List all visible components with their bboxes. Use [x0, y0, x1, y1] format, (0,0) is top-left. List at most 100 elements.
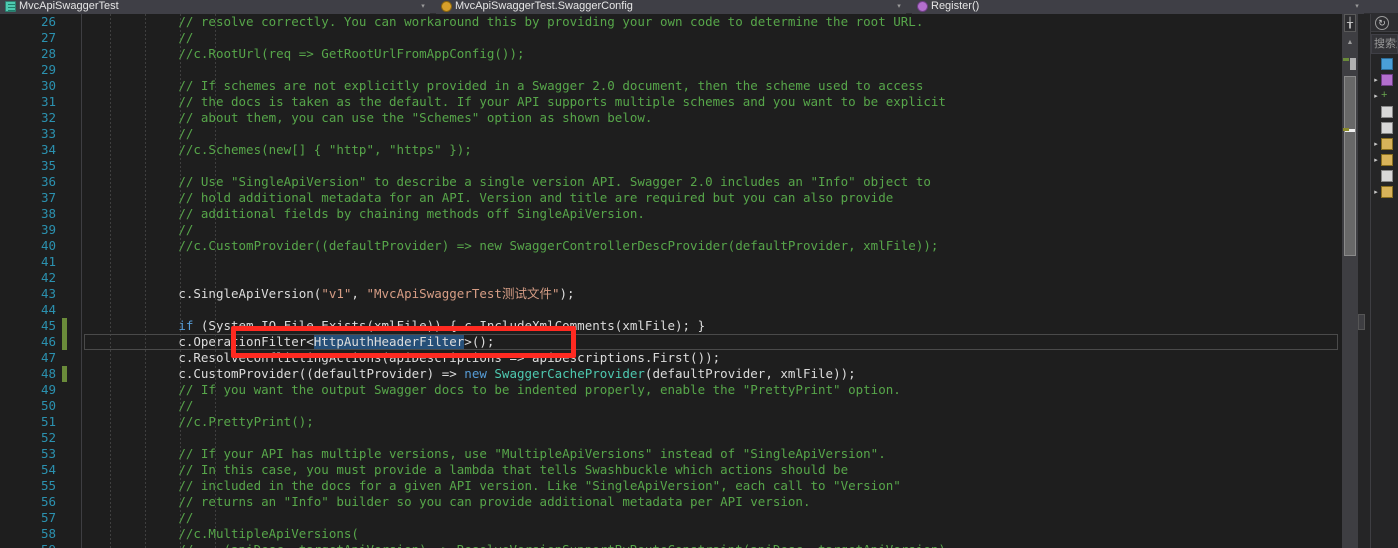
- code-text[interactable]: // Use "SingleApiVersion" to describe a …: [82, 174, 1342, 190]
- fold-column[interactable]: [70, 366, 82, 382]
- breakpoint-track[interactable]: [0, 94, 22, 110]
- fold-column[interactable]: [70, 398, 82, 414]
- code-line[interactable]: 42: [0, 270, 1342, 286]
- breakpoint-track[interactable]: [0, 46, 22, 62]
- fold-column[interactable]: [70, 286, 82, 302]
- fold-column[interactable]: [70, 158, 82, 174]
- breakpoint-track[interactable]: [0, 190, 22, 206]
- fold-column[interactable]: [70, 126, 82, 142]
- breakpoint-track[interactable]: [0, 430, 22, 446]
- code-line[interactable]: 45 if (System.IO.File.Exists(xmlFile)) {…: [0, 318, 1342, 334]
- code-line[interactable]: 35: [0, 158, 1342, 174]
- code-line[interactable]: 32 // about them, you can use the "Schem…: [0, 110, 1342, 126]
- code-line[interactable]: 38 // additional fields by chaining meth…: [0, 206, 1342, 222]
- code-text[interactable]: //c.RootUrl(req => GetRootUrlFromAppConf…: [82, 46, 1342, 62]
- code-text[interactable]: [82, 302, 1342, 318]
- code-text[interactable]: // about them, you can use the "Schemes"…: [82, 110, 1342, 126]
- breakpoint-track[interactable]: [0, 62, 22, 78]
- fold-column[interactable]: [70, 462, 82, 478]
- breakpoint-track[interactable]: [0, 78, 22, 94]
- code-line[interactable]: 36 // Use "SingleApiVersion" to describe…: [0, 174, 1342, 190]
- breakpoint-track[interactable]: [0, 542, 22, 548]
- code-text[interactable]: [82, 158, 1342, 174]
- code-text[interactable]: // If schemes are not explicitly provide…: [82, 78, 1342, 94]
- breakpoint-track[interactable]: [0, 206, 22, 222]
- code-lines[interactable]: 26 // resolve correctly. You can workaro…: [0, 14, 1342, 548]
- breakpoint-track[interactable]: [0, 126, 22, 142]
- breakpoint-track[interactable]: [0, 526, 22, 542]
- code-line[interactable]: 59 // (apiDesc, targetApiVersion) => Res…: [0, 542, 1342, 548]
- code-line[interactable]: 34 //c.Schemes(new[] { "http", "https" }…: [0, 142, 1342, 158]
- breakpoint-track[interactable]: [0, 462, 22, 478]
- breakpoint-track[interactable]: [0, 494, 22, 510]
- breakpoint-track[interactable]: [0, 478, 22, 494]
- fold-column[interactable]: [70, 334, 82, 350]
- breakpoint-track[interactable]: [0, 446, 22, 462]
- code-line[interactable]: 53 // If your API has multiple versions,…: [0, 446, 1342, 462]
- chevron-down-icon[interactable]: ▾: [417, 1, 429, 13]
- breakpoint-track[interactable]: [0, 142, 22, 158]
- code-text[interactable]: //c.CustomProvider((defaultProvider) => …: [82, 238, 1342, 254]
- code-line[interactable]: 33 //: [0, 126, 1342, 142]
- code-line[interactable]: 30 // If schemes are not explicitly prov…: [0, 78, 1342, 94]
- fold-column[interactable]: [70, 62, 82, 78]
- expand-arrow-icon[interactable]: ▸: [1371, 92, 1381, 100]
- code-text[interactable]: [82, 254, 1342, 270]
- code-line[interactable]: 29: [0, 62, 1342, 78]
- code-text[interactable]: // included in the docs for a given API …: [82, 478, 1342, 494]
- fold-column[interactable]: [70, 14, 82, 30]
- code-text[interactable]: [82, 270, 1342, 286]
- code-line[interactable]: 39 //: [0, 222, 1342, 238]
- fold-column[interactable]: [70, 318, 82, 334]
- breakpoint-track[interactable]: [0, 174, 22, 190]
- breakpoint-track[interactable]: [0, 366, 22, 382]
- code-line[interactable]: 47 c.ResolveConflictingActions(apiDescri…: [0, 350, 1342, 366]
- expand-arrow-icon[interactable]: ▸: [1371, 156, 1381, 164]
- code-text[interactable]: //c.Schemes(new[] { "http", "https" });: [82, 142, 1342, 158]
- code-text[interactable]: // If your API has multiple versions, us…: [82, 446, 1342, 462]
- code-text[interactable]: [82, 62, 1342, 78]
- code-text[interactable]: // hold additional metadata for an API. …: [82, 190, 1342, 206]
- fold-column[interactable]: [70, 254, 82, 270]
- solution-tree-node[interactable]: ▸ +: [1371, 88, 1398, 104]
- solution-tree-node[interactable]: ▸: [1371, 184, 1398, 200]
- fold-column[interactable]: [70, 542, 82, 548]
- code-line[interactable]: 54 // In this case, you must provide a l…: [0, 462, 1342, 478]
- member-dropdown[interactable]: Register() ▾: [912, 0, 1364, 14]
- code-line[interactable]: 27 //: [0, 30, 1342, 46]
- code-line[interactable]: 58 //c.MultipleApiVersions(: [0, 526, 1342, 542]
- code-line[interactable]: 44: [0, 302, 1342, 318]
- code-text[interactable]: c.CustomProvider((defaultProvider) => ne…: [82, 366, 1342, 382]
- vertical-scrollbar[interactable]: ╁ ▲: [1342, 14, 1358, 548]
- breakpoint-track[interactable]: [0, 302, 22, 318]
- breakpoint-track[interactable]: [0, 270, 22, 286]
- fold-column[interactable]: [70, 478, 82, 494]
- fold-column[interactable]: [70, 30, 82, 46]
- project-dropdown[interactable]: MvcApiSwaggerTest ▾: [0, 0, 430, 14]
- type-dropdown[interactable]: MvcApiSwaggerTest.SwaggerConfig ▾: [436, 0, 906, 14]
- code-text[interactable]: [82, 430, 1342, 446]
- fold-column[interactable]: [70, 78, 82, 94]
- fold-column[interactable]: [70, 270, 82, 286]
- solution-search-input[interactable]: 搜索解: [1371, 34, 1398, 54]
- code-line[interactable]: 51 //c.PrettyPrint();: [0, 414, 1342, 430]
- fold-column[interactable]: [70, 302, 82, 318]
- breakpoint-track[interactable]: [0, 318, 22, 334]
- fold-column[interactable]: [70, 46, 82, 62]
- code-line[interactable]: 43 c.SingleApiVersion("v1", "MvcApiSwagg…: [0, 286, 1342, 302]
- solution-tree-node[interactable]: [1371, 120, 1398, 136]
- fold-column[interactable]: [70, 222, 82, 238]
- code-text[interactable]: // returns an "Info" builder so you can …: [82, 494, 1342, 510]
- code-text[interactable]: c.OperationFilter<HttpAuthHeaderFilter>(…: [82, 334, 1342, 350]
- solution-tree-node[interactable]: [1371, 56, 1398, 72]
- scrollbar-thumb[interactable]: [1344, 76, 1356, 256]
- split-view-handle[interactable]: ╁: [1344, 14, 1356, 32]
- code-text[interactable]: //c.MultipleApiVersions(: [82, 526, 1342, 542]
- fold-column[interactable]: [70, 350, 82, 366]
- breakpoint-track[interactable]: [0, 398, 22, 414]
- solution-tree-node[interactable]: [1371, 168, 1398, 184]
- solution-tree-node[interactable]: [1371, 104, 1398, 120]
- code-text[interactable]: // If you want the output Swagger docs t…: [82, 382, 1342, 398]
- code-line[interactable]: 55 // included in the docs for a given A…: [0, 478, 1342, 494]
- fold-column[interactable]: [70, 94, 82, 110]
